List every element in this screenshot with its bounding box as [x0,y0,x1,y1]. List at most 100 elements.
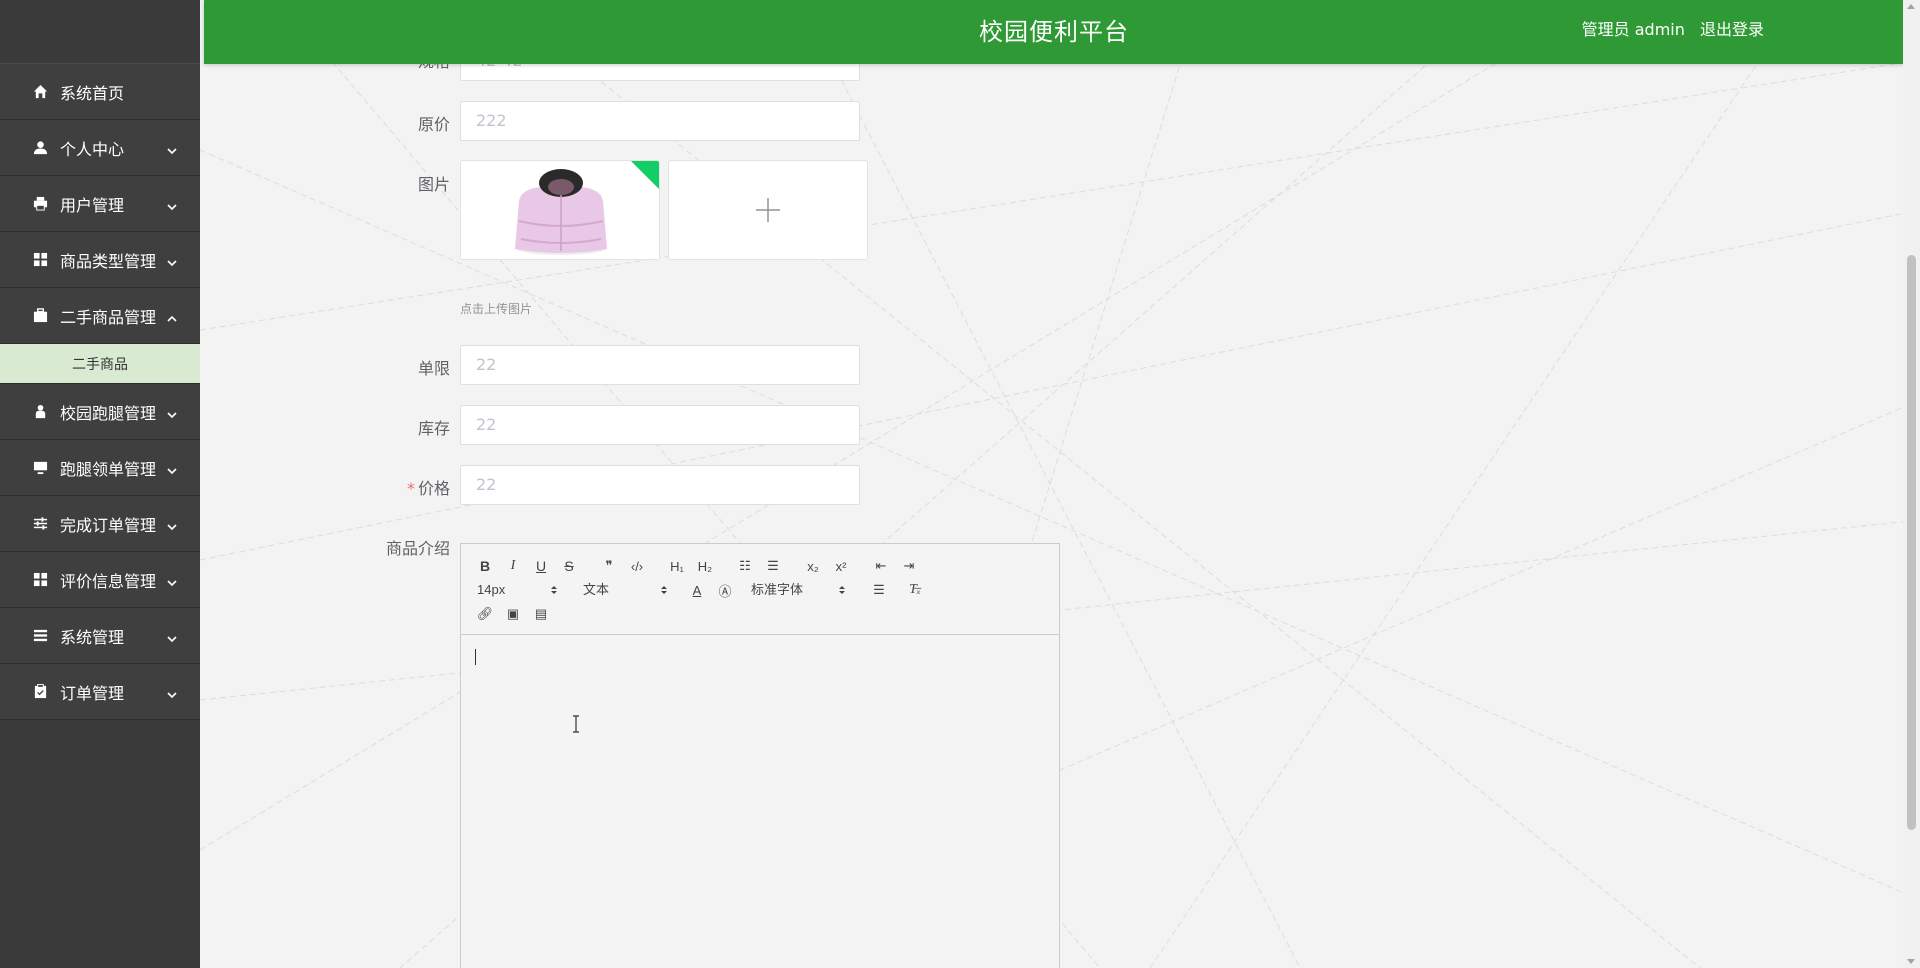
sidebar-item-completed-orders[interactable]: 完成订单管理 [0,496,200,552]
chevron-down-icon [166,142,178,154]
printer-icon [32,196,48,212]
indent-icon[interactable]: ⇥ [895,554,923,578]
sidebar-item-label: 个人中心 [60,139,125,159]
ibeam-cursor-icon [573,715,579,733]
intro-label: 商品介绍 [385,539,450,558]
sidebar-item-reviews[interactable]: 评价信息管理 [0,552,200,608]
sidebar-item-secondhand[interactable]: 二手商品管理 [0,288,200,344]
list-icon [32,628,48,644]
sidebar-item-label: 系统管理 [60,627,125,647]
sidebar-item-label: 用户管理 [60,195,125,215]
user-icon [32,140,48,156]
upload-add-button[interactable] [668,160,868,260]
orig-price-input[interactable]: 222 [460,101,860,141]
link-icon[interactable]: 🔗︎ [471,602,499,626]
align-icon[interactable]: ☰ [865,578,893,602]
grid-icon [32,572,48,588]
sidebar-subitem-label: 二手商品 [72,356,128,373]
chevron-down-icon [166,574,178,586]
upload-hint: 点击上传图片 [460,302,533,316]
chevron-down-icon [166,686,178,698]
sidebar-subitem-secondhand-goods[interactable]: 二手商品 [0,344,200,384]
stock-input[interactable]: 22 [460,405,860,445]
scroll-thumb[interactable] [1907,255,1916,830]
plus-icon [756,198,780,222]
strike-icon[interactable]: S [555,554,583,578]
sidebar-item-home[interactable]: 系统首页 [0,64,200,120]
header-user-area: 管理员 admin 退出登录 [1572,0,1764,60]
sidebar-item-label: 订单管理 [60,683,125,703]
top-header: 校园便利平台 管理员 admin 退出登录 [204,0,1904,64]
sidebar-item-label: 商品类型管理 [60,251,157,271]
font-color-icon[interactable]: A [683,578,711,602]
upload-success-corner [631,161,659,189]
font-size-value: 14px [477,582,506,597]
sidebar-item-system[interactable]: 系统管理 [0,608,200,664]
sidebar-menu: 系统首页 个人中心 用户管理 商品类型管理 二手商品管理 二手商品 校园跑腿管理 [0,64,200,720]
outdent-icon[interactable]: ⇤ [867,554,895,578]
sidebar-item-profile[interactable]: 个人中心 [0,120,200,176]
h2-icon[interactable]: H₂ [691,554,719,578]
chevron-down-icon [166,198,178,210]
sidebar-item-label: 完成订单管理 [60,515,157,535]
admin-user-label: 管理员 admin [1581,20,1685,39]
superscript-icon[interactable]: x² [827,554,855,578]
image-label: 图片 [417,175,450,194]
required-mark: * [406,479,415,498]
clear-format-icon[interactable]: T̶ₓ [901,578,929,602]
uploaded-image-card[interactable] [460,160,660,260]
font-family-select[interactable]: 标准字体 [739,578,849,602]
monitor-icon [32,460,48,476]
font-family-value: 标准字体 [751,582,804,597]
font-size-select[interactable]: 14px [471,578,561,602]
select-arrows-icon [661,586,667,594]
sidebar-item-orders[interactable]: 订单管理 [0,664,200,720]
editor-toolbar: B I U S ❞ ‹/› H₁ H₂ ☷ ☰ x₂ x² ⇤ ⇥ 14px 文… [461,544,1059,635]
blockquote-icon[interactable]: ❞ [595,554,623,578]
toolbar-row-3: 🔗︎ ▣ ▤ [471,602,1059,626]
chevron-down-icon [166,630,178,642]
image-icon[interactable]: ▣ [499,602,527,626]
select-arrows-icon [551,586,557,594]
chevron-down-icon [166,254,178,266]
sidebar-item-users[interactable]: 用户管理 [0,176,200,232]
clipboard-icon [32,684,48,700]
sliders-icon [32,516,48,532]
stock-label: 库存 [417,419,450,438]
bullet-list-icon[interactable]: ☰ [759,554,787,578]
block-type-value: 文本 [583,582,610,597]
price-label-text: 价格 [417,479,450,498]
block-type-select[interactable]: 文本 [561,578,671,602]
chevron-up-icon [166,310,178,322]
chevron-down-icon [166,462,178,474]
sidebar-item-label: 二手商品管理 [60,307,157,327]
sidebar-item-errands[interactable]: 校园跑腿管理 [0,384,200,440]
sidebar-item-label: 系统首页 [60,83,125,103]
background-color-icon[interactable]: Ⓐ [711,578,739,602]
underline-icon[interactable]: U [527,554,555,578]
code-icon[interactable]: ‹/› [623,554,651,578]
editor-content[interactable] [461,635,1059,968]
page-scrollbar[interactable] [1903,0,1920,968]
toolbar-row-2: 14px 文本 A Ⓐ 标准字体 ☰ T̶ₓ [471,578,1059,602]
price-input[interactable]: 22 [460,465,860,505]
bold-icon[interactable]: B [471,554,499,578]
subscript-icon[interactable]: x₂ [799,554,827,578]
italic-icon[interactable]: I [499,554,527,578]
scroll-up-arrow-icon[interactable] [1907,4,1915,9]
chevron-down-icon [166,406,178,418]
briefcase-icon [32,308,48,324]
product-form: 规格 42-42 原价 222 图片 点击上传图片 单限 22 库存 22 *价… [200,0,1900,968]
text-caret [475,649,476,665]
limit-input[interactable]: 22 [460,345,860,385]
logout-link[interactable]: 退出登录 [1700,20,1764,39]
h1-icon[interactable]: H₁ [663,554,691,578]
video-icon[interactable]: ▤ [527,602,555,626]
scroll-down-arrow-icon[interactable] [1907,959,1915,964]
select-arrows-icon [839,586,845,594]
chevron-down-icon [166,518,178,530]
sidebar-item-errand-orders[interactable]: 跑腿领单管理 [0,440,200,496]
ordered-list-icon[interactable]: ☷ [731,554,759,578]
sidebar-item-product-types[interactable]: 商品类型管理 [0,232,200,288]
limit-label: 单限 [417,359,450,378]
